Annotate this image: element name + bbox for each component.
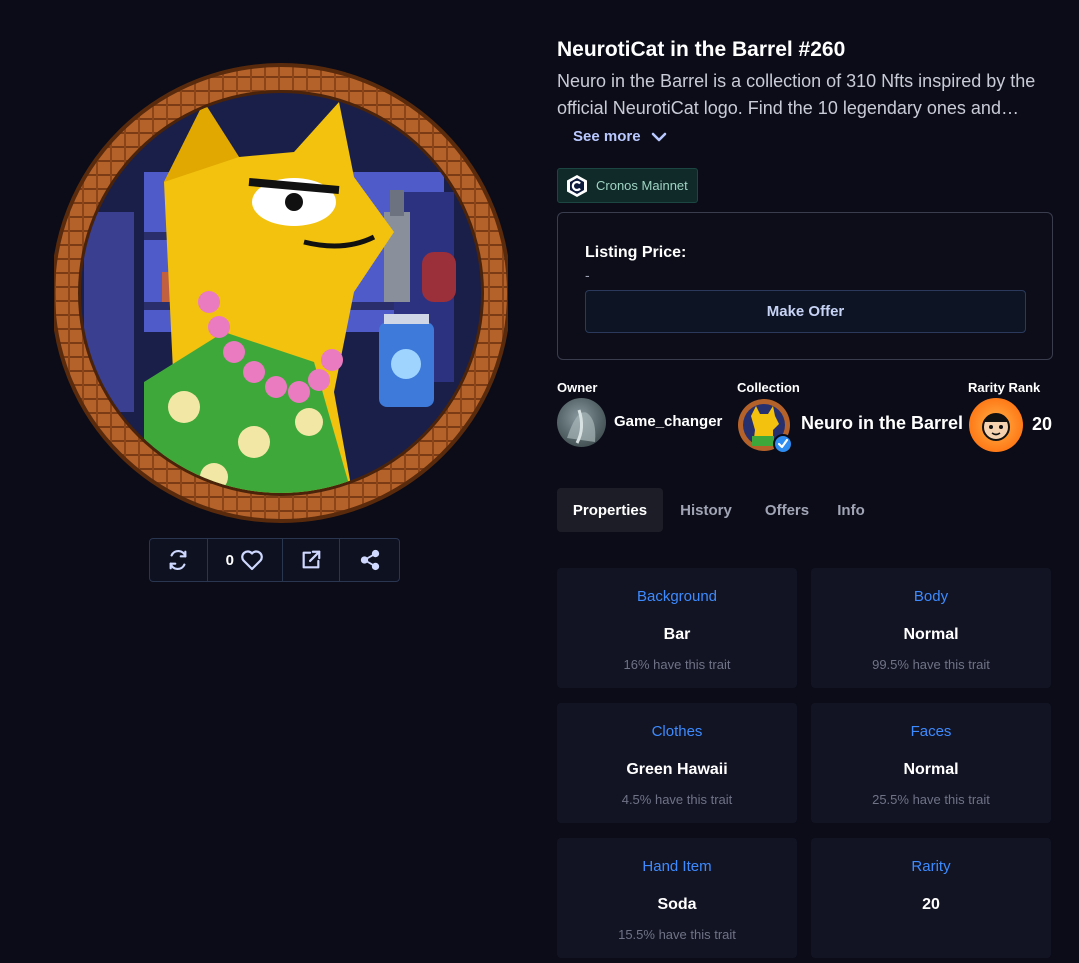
trait-percentage: 16% have this trait: [623, 657, 731, 672]
trait-value: Bar: [663, 626, 691, 643]
trait-type: Faces: [910, 723, 952, 740]
trait-percentage: 99.5% have this trait: [872, 657, 990, 672]
trait-type: Clothes: [651, 723, 703, 740]
trait-type: Hand Item: [642, 858, 712, 875]
trait-card: Faces Normal 25.5% have this trait: [811, 703, 1051, 823]
tab-info[interactable]: Info: [825, 488, 877, 532]
trait-card: Rarity 20: [811, 838, 1051, 958]
see-more-button[interactable]: See more: [573, 128, 667, 145]
trait-percentage: 4.5% have this trait: [621, 792, 733, 807]
artwork-action-bar: 0: [149, 538, 400, 582]
nft-description: Neuro in the Barrel is a collection of 3…: [557, 71, 1036, 118]
trait-value: Soda: [657, 896, 697, 913]
traits-grid: Background Bar 16% have this trait Body …: [557, 568, 1053, 958]
trait-type: Background: [636, 588, 718, 605]
trait-percentage: 25.5% have this trait: [872, 792, 990, 807]
like-button[interactable]: 0: [208, 539, 283, 581]
nft-artwork: [54, 62, 508, 524]
trait-value: 20: [922, 896, 940, 913]
nft-detail-page: 0 NeurotiCat in the Barrel #260 Neuro in…: [0, 0, 1079, 963]
nft-title: NeurotiCat in the Barrel #260: [557, 38, 846, 61]
trait-type: Body: [913, 588, 949, 605]
owner-avatar[interactable]: [557, 398, 606, 447]
trait-percentage: 15.5% have this trait: [618, 927, 736, 942]
refresh-icon: [169, 549, 187, 571]
cronos-icon: [567, 174, 587, 197]
tab-properties[interactable]: Properties: [557, 488, 663, 532]
share-icon: [360, 549, 379, 571]
open-external-button[interactable]: [283, 539, 341, 581]
listing-price-label: Listing Price:: [585, 244, 687, 261]
listing-price-box: Listing Price: - Make Offer: [557, 212, 1053, 360]
tab-history[interactable]: History: [663, 488, 749, 532]
external-link-icon: [302, 550, 321, 569]
trait-value: Normal: [903, 761, 959, 778]
trait-type: Rarity: [911, 858, 951, 875]
trait-value: Normal: [903, 626, 959, 643]
make-offer-button[interactable]: Make Offer: [585, 290, 1026, 333]
refresh-button[interactable]: [150, 539, 208, 581]
collection-name-link[interactable]: Neuro in the Barrel: [801, 413, 963, 434]
trait-card: Clothes Green Hawaii 4.5% have this trai…: [557, 703, 797, 823]
rarity-rank-label: Rarity Rank: [968, 380, 1041, 395]
listing-price-value: -: [585, 267, 590, 283]
chevron-down-icon: [651, 132, 666, 141]
trait-value: Green Hawaii: [626, 761, 728, 778]
rarity-rank-value: 20: [1032, 414, 1053, 434]
owner-name-link[interactable]: Game_changer: [614, 413, 722, 430]
collection-label: Collection: [737, 380, 800, 395]
heart-icon: [241, 550, 263, 571]
trait-card: Background Bar 16% have this trait: [557, 568, 797, 688]
rarity-rank-avatar: [969, 398, 1023, 452]
owner-label: Owner: [557, 380, 598, 395]
chain-badge: Cronos Mainnet: [557, 168, 698, 203]
tab-offers[interactable]: Offers: [749, 488, 825, 532]
trait-card: Hand Item Soda 15.5% have this trait: [557, 838, 797, 958]
like-count: 0: [225, 551, 234, 569]
share-button[interactable]: [340, 539, 399, 581]
collection-avatar[interactable]: [737, 398, 793, 454]
chain-label: Cronos Mainnet: [596, 178, 688, 193]
detail-tabs: Properties History Offers Info: [557, 488, 877, 532]
trait-card: Body Normal 99.5% have this trait: [811, 568, 1051, 688]
see-more-label: See more: [573, 128, 641, 145]
